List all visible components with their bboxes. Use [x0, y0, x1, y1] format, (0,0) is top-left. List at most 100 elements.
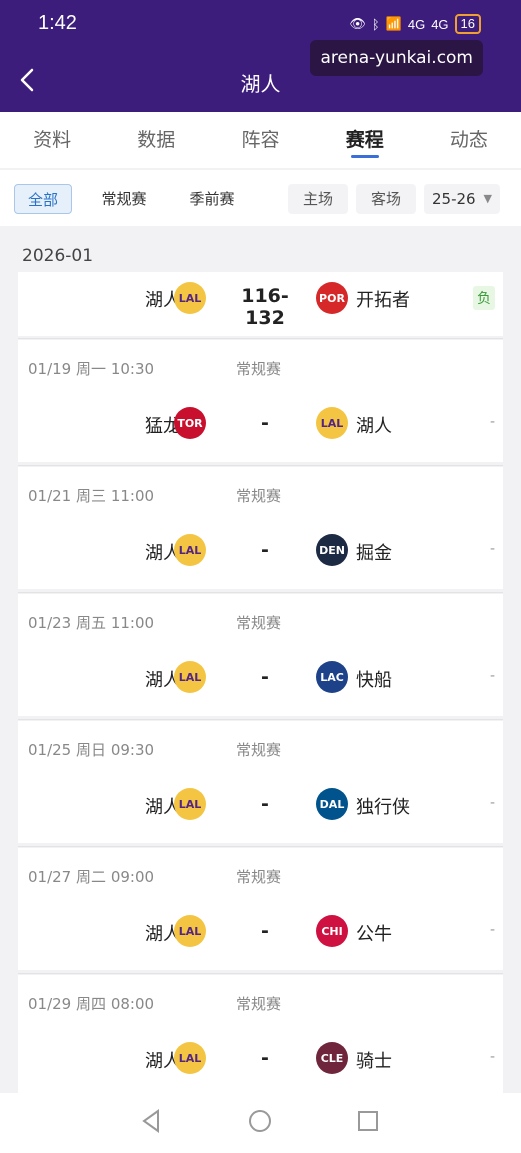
home-team-logo-icon: LAL: [174, 661, 206, 693]
home-team-logo-icon: TOR: [174, 407, 206, 439]
nav-recents-icon[interactable]: [354, 1107, 382, 1135]
match-meta: 01/23 周五 11:00 常规赛: [28, 612, 281, 633]
match-type: 常规赛: [236, 741, 282, 759]
match-type: 常规赛: [236, 360, 282, 378]
eye-icon: 👁: [349, 16, 366, 31]
home-team-logo-icon: LAL: [174, 1042, 206, 1074]
caret-down-icon: ▼: [483, 192, 492, 205]
tab-profile[interactable]: 资料: [0, 112, 104, 168]
nav-back-icon[interactable]: [138, 1107, 166, 1135]
match-type: 常规赛: [236, 868, 282, 886]
away-team-name: 湖人: [356, 416, 392, 437]
match-weekday: 周一: [76, 360, 107, 378]
away-team-name: 开拓者: [356, 290, 410, 311]
match-type: 常规赛: [236, 995, 282, 1013]
match-score: -: [261, 793, 269, 815]
row-divider: [18, 338, 503, 339]
away-team-logo-icon: DAL: [316, 788, 348, 820]
away-team-logo-icon: LAC: [316, 661, 348, 693]
match-date: 01/21: [28, 487, 72, 505]
status-time: 1:42: [38, 12, 77, 34]
app-header: 1:42 👁 ᛒ 📶 4G 4G 16 arena-yunkai.com 湖人: [0, 0, 521, 112]
match-result: -: [489, 541, 495, 557]
tab-schedule[interactable]: 赛程: [313, 112, 417, 168]
match-meta: 01/27 周二 09:00 常规赛: [28, 866, 281, 887]
status-icons: 👁 ᛒ 📶 4G 4G 16: [349, 14, 481, 34]
tab-roster[interactable]: 阵容: [208, 112, 312, 168]
system-nav-bar: [0, 1093, 521, 1153]
page-title: 湖人: [240, 72, 281, 96]
filter-bar: 全部 常规赛 季前赛 主场 客场 25-26 ▼: [0, 170, 521, 226]
signal-icon-2: 4G: [431, 16, 449, 32]
tab-bar: 资料 数据 阵容 赛程 动态: [0, 112, 521, 168]
match-weekday: 周日: [76, 741, 107, 759]
match-weekday: 周三: [76, 487, 107, 505]
bluetooth-icon: ᛒ: [371, 16, 380, 32]
away-team-logo-icon: CLE: [316, 1042, 348, 1074]
match-time: 11:00: [110, 614, 155, 632]
season-value: 25-26: [432, 190, 476, 208]
blazers-logo-icon: POR: [316, 282, 348, 314]
match-row[interactable]: 01/29 周四 08:00 常规赛 湖人 LAL - CLE 骑士 -: [18, 975, 503, 1097]
match-row-completed[interactable]: 湖人 LAL 116-132 POR 开拓者 负: [18, 272, 503, 336]
away-team-name: 掘金: [356, 543, 392, 564]
match-row[interactable]: 01/25 周日 09:30 常规赛 湖人 LAL - DAL 独行侠 -: [18, 721, 503, 843]
season-select[interactable]: 25-26 ▼: [424, 184, 500, 214]
away-team-name: 公牛: [356, 924, 392, 945]
month-header: 2026-01: [22, 246, 94, 266]
match-result: -: [489, 668, 495, 684]
match-score: -: [261, 412, 269, 434]
match-date: 01/29: [28, 995, 72, 1013]
match-meta: 01/29 周四 08:00 常规赛: [28, 993, 281, 1014]
match-weekday: 周五: [76, 614, 107, 632]
match-date: 01/25: [28, 741, 72, 759]
filter-home-button[interactable]: 主场: [288, 184, 348, 214]
battery-indicator: 16: [454, 14, 481, 34]
tab-news[interactable]: 动态: [417, 112, 521, 168]
match-meta: 01/21 周三 11:00 常规赛: [28, 485, 281, 506]
away-team-logo-icon: LAL: [316, 407, 348, 439]
away-team-name: 快船: [356, 670, 392, 691]
match-time: 11:00: [110, 487, 155, 505]
match-row[interactable]: 01/27 周二 09:00 常规赛 湖人 LAL - CHI 公牛 -: [18, 848, 503, 970]
filter-all-button[interactable]: 全部: [14, 184, 72, 214]
nav-home-icon[interactable]: [246, 1107, 274, 1135]
home-team-logo-icon: LAL: [174, 788, 206, 820]
row-divider: [18, 592, 503, 593]
match-meta: 01/25 周日 09:30 常规赛: [28, 739, 281, 760]
match-date: 01/27: [28, 868, 72, 886]
match-date: 01/23: [28, 614, 72, 632]
match-result: -: [489, 795, 495, 811]
match-row[interactable]: 01/23 周五 11:00 常规赛 湖人 LAL - LAC 快船 -: [18, 594, 503, 716]
match-weekday: 周四: [76, 995, 107, 1013]
match-row[interactable]: 01/21 周三 11:00 常规赛 湖人 LAL - DEN 掘金 -: [18, 467, 503, 589]
match-time: 09:30: [110, 741, 155, 759]
lakers-logo-icon: LAL: [174, 282, 206, 314]
match-result-badge: 负: [473, 286, 495, 310]
filter-away-button[interactable]: 客场: [356, 184, 416, 214]
home-team-logo-icon: LAL: [174, 534, 206, 566]
away-team-logo-icon: CHI: [316, 915, 348, 947]
match-score: -: [261, 666, 269, 688]
match-row[interactable]: 01/19 周一 10:30 常规赛 猛龙 TOR - LAL 湖人 -: [18, 340, 503, 462]
match-time: 08:00: [110, 995, 155, 1013]
row-divider: [18, 465, 503, 466]
match-result: -: [489, 1049, 495, 1065]
wifi-icon: 📶: [385, 16, 402, 31]
match-time: 09:00: [110, 868, 155, 886]
match-type: 常规赛: [236, 487, 282, 505]
away-team-logo-icon: DEN: [316, 534, 348, 566]
signal-icon: 4G: [407, 16, 426, 32]
match-result: -: [489, 922, 495, 938]
match-result: -: [489, 414, 495, 430]
match-type: 常规赛: [236, 614, 282, 632]
row-divider: [18, 719, 503, 720]
away-team-name: 骑士: [356, 1051, 392, 1072]
row-divider: [18, 846, 503, 847]
filter-regular-button[interactable]: 常规赛: [88, 184, 160, 214]
filter-preseason-button[interactable]: 季前赛: [176, 184, 248, 214]
row-divider: [18, 973, 503, 974]
away-team-name: 独行侠: [356, 797, 410, 818]
match-score: -: [261, 539, 269, 561]
tab-stats[interactable]: 数据: [104, 112, 208, 168]
